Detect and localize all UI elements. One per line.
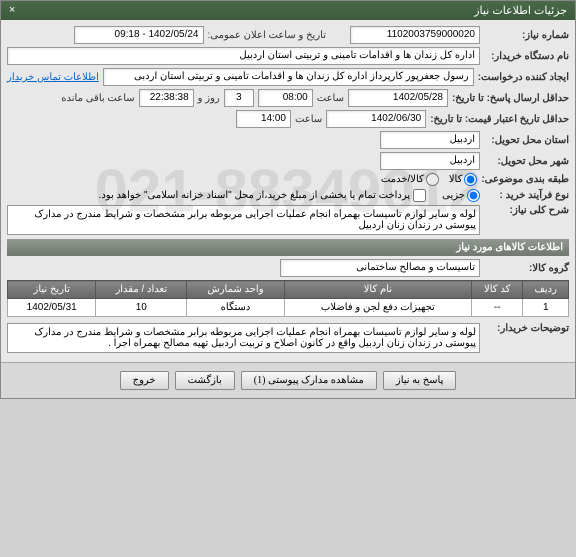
th-code: کد کالا	[471, 281, 523, 299]
label-min-response: حداقل ارسال پاسخ: تا تاریخ:	[452, 93, 569, 104]
label-buyer-notes: توضیحات خریدار:	[484, 323, 569, 334]
th-name: نام کالا	[284, 281, 471, 299]
label-time-1: ساعت	[317, 93, 344, 104]
section-header-items: اطلاعات کالاهای مورد نیاز	[7, 239, 569, 256]
radio-input-goods[interactable]	[464, 173, 477, 186]
label-remaining: ساعت باقی مانده	[61, 93, 134, 104]
label-day-and: روز و	[198, 93, 220, 104]
radio-cat-service[interactable]: کالا/خدمت	[381, 173, 439, 186]
label-goods-group: گروه کالا:	[484, 263, 569, 274]
field-deadline-date: 1402/06/30	[326, 110, 426, 128]
field-deadline-time: 14:00	[236, 110, 291, 128]
th-qty: تعداد / مقدار	[96, 281, 187, 299]
label-category: طبقه بندی موضوعی:	[481, 174, 569, 185]
table-row[interactable]: 1 -- تجهیزات دفع لجن و فاضلاب دستگاه 10 …	[8, 299, 569, 317]
field-min-resp-time: 08:00	[258, 89, 313, 107]
label-need-number: شماره نیاز:	[484, 30, 569, 41]
field-requester: رسول جعفرپور کارپرداز اداره کل زندان ها …	[103, 68, 474, 86]
button-bar: پاسخ به نیاز مشاهده مدارک پیوستی (1) باز…	[1, 362, 575, 398]
titlebar: جزئیات اطلاعات نیاز ×	[1, 1, 575, 20]
field-description: لوله و سایر لوازم تاسیسات بهمراه انجام ع…	[7, 205, 480, 235]
label-buyer: نام دستگاه خریدار:	[484, 51, 569, 62]
link-buyer-contact[interactable]: اطلاعات تماس خریدار	[7, 72, 99, 83]
items-table: ردیف کد کالا نام کالا واحد شمارش تعداد /…	[7, 280, 569, 317]
field-buyer-notes: لوله و سایر لوازم تاسیسات بهمراه انجام ع…	[7, 323, 480, 353]
field-exec-location: اردبیل	[380, 131, 480, 149]
field-min-resp-date: 1402/05/28	[348, 89, 448, 107]
content-area: 021-88349012 شماره نیاز: 110200375900002…	[1, 20, 575, 362]
th-date: تاریخ نیاز	[8, 281, 96, 299]
label-description: شرح کلی نیاز:	[484, 205, 569, 216]
respond-button[interactable]: پاسخ به نیاز	[383, 371, 457, 390]
radio-input-buy[interactable]	[467, 189, 480, 202]
field-days: 3	[224, 89, 254, 107]
label-delivery-city: شهر محل تحویل:	[484, 156, 569, 167]
view-attachments-button[interactable]: مشاهده مدارک پیوستی (1)	[241, 371, 377, 390]
checkbox-treasury-payment[interactable]	[413, 189, 426, 202]
radio-group-category: کالا کالا/خدمت	[381, 173, 477, 186]
exit-button[interactable]: خروج	[120, 371, 169, 390]
label-time-2: ساعت	[295, 114, 322, 125]
field-buyer: اداره کل زندان ها و اقدامات تامینی و ترب…	[7, 47, 480, 65]
checkbox-row-payment: پرداخت تمام یا بخشی از مبلغ خرید،از محل …	[99, 189, 427, 202]
cell-date: 1402/05/31	[8, 299, 96, 317]
label-requester: ایجاد کننده درخواست:	[478, 72, 569, 83]
close-icon[interactable]: ×	[9, 4, 15, 17]
label-exec-location: استان محل تحویل:	[484, 135, 569, 146]
th-row: ردیف	[523, 281, 569, 299]
cell-row: 1	[523, 299, 569, 317]
radio-cat-goods[interactable]: کالا	[449, 173, 478, 186]
radio-proc-buy[interactable]: جزیی	[442, 189, 480, 202]
cell-code: --	[471, 299, 523, 317]
th-unit: واحد شمارش	[187, 281, 285, 299]
cell-name: تجهیزات دفع لجن و فاضلاب	[284, 299, 471, 317]
label-process-type: نوع فرآیند خرید :	[484, 190, 569, 201]
cell-qty: 10	[96, 299, 187, 317]
dialog-window: جزئیات اطلاعات نیاز × 021-88349012 شماره…	[0, 0, 576, 399]
radio-group-process: جزیی	[442, 189, 480, 202]
cell-unit: دستگاه	[187, 299, 285, 317]
field-remaining-time: 22:38:38	[139, 89, 194, 107]
field-need-number: 1102003759000020	[350, 26, 480, 44]
field-delivery-city: اردبیل	[380, 152, 480, 170]
radio-input-service[interactable]	[426, 173, 439, 186]
back-button[interactable]: بازگشت	[175, 371, 235, 390]
label-announce-datetime: تاریخ و ساعت اعلان عمومی:	[208, 30, 327, 41]
label-treasury-payment: پرداخت تمام یا بخشی از مبلغ خرید،از محل …	[99, 190, 411, 201]
table-header-row: ردیف کد کالا نام کالا واحد شمارش تعداد /…	[8, 281, 569, 299]
field-goods-group: تاسیسات و مصالح ساختمانی	[280, 259, 480, 277]
window-title: جزئیات اطلاعات نیاز	[474, 4, 567, 17]
label-deadline: حداقل تاریخ اعتبار قیمت: تا تاریخ:	[430, 114, 569, 125]
field-announce-datetime: 1402/05/24 - 09:18	[74, 26, 204, 44]
